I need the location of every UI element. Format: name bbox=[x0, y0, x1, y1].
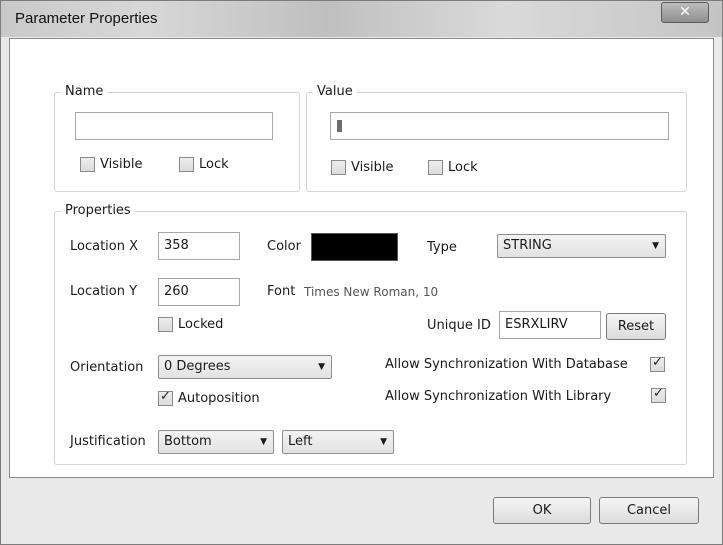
location-x-input[interactable]: 358 bbox=[158, 232, 240, 260]
reset-button[interactable]: Reset bbox=[606, 313, 666, 340]
value-visible-checkbox[interactable]: Visible bbox=[331, 160, 393, 175]
location-y-label: Location Y bbox=[70, 284, 138, 299]
value-group: Value Visible Lock bbox=[306, 84, 687, 192]
dialog-title: Parameter Properties bbox=[15, 10, 158, 27]
dialog-client-area: Name Visible Lock Value Visible Lock Pro… bbox=[9, 38, 714, 478]
value-lock-label: Lock bbox=[448, 160, 478, 175]
dropdown-arrow-icon: ▼ bbox=[652, 241, 659, 251]
sync-database-label: Allow Synchronization With Database bbox=[385, 357, 628, 372]
justification-label: Justification bbox=[70, 434, 146, 449]
locked-checkbox[interactable]: Locked bbox=[158, 317, 223, 332]
justification-vertical-value: Bottom bbox=[164, 434, 212, 449]
name-lock-box[interactable] bbox=[179, 157, 194, 172]
unique-id-label: Unique ID bbox=[427, 318, 491, 333]
name-visible-checkbox[interactable]: Visible bbox=[80, 157, 142, 172]
color-label: Color bbox=[267, 239, 301, 254]
autoposition-checkbox[interactable]: Autoposition bbox=[158, 389, 260, 406]
autoposition-label: Autoposition bbox=[178, 391, 260, 406]
autoposition-box[interactable] bbox=[158, 389, 173, 406]
type-select-value: STRING bbox=[503, 238, 552, 253]
color-swatch[interactable] bbox=[311, 233, 398, 261]
cancel-button[interactable]: Cancel bbox=[599, 497, 699, 524]
name-visible-label: Visible bbox=[100, 157, 143, 172]
close-button[interactable]: ✕ bbox=[661, 2, 709, 23]
unique-id-input[interactable]: ESRXLIRV bbox=[499, 311, 601, 339]
type-label: Type bbox=[427, 240, 457, 255]
title-bar[interactable]: Parameter Properties ✕ bbox=[1, 1, 722, 37]
properties-group: Properties Location X 358 Color Type STR… bbox=[54, 203, 687, 465]
properties-group-label: Properties bbox=[61, 203, 135, 219]
name-group: Name Visible Lock bbox=[54, 84, 300, 192]
dropdown-arrow-icon: ▼ bbox=[260, 437, 267, 447]
sync-library-checkbox[interactable] bbox=[651, 386, 666, 403]
justification-horizontal-select[interactable]: Left ▼ bbox=[282, 430, 394, 454]
orientation-select[interactable]: 0 Degrees ▼ bbox=[158, 355, 332, 379]
font-value[interactable]: Times New Roman, 10 bbox=[304, 284, 438, 300]
location-y-input[interactable]: 260 bbox=[158, 278, 240, 306]
text-cursor bbox=[337, 120, 342, 132]
dropdown-arrow-icon: ▼ bbox=[380, 437, 387, 447]
value-lock-box[interactable] bbox=[428, 160, 443, 175]
name-lock-label: Lock bbox=[199, 157, 229, 172]
font-label: Font bbox=[267, 284, 296, 299]
locked-label: Locked bbox=[178, 317, 224, 332]
orientation-label: Orientation bbox=[70, 360, 144, 375]
value-visible-label: Visible bbox=[351, 160, 394, 175]
location-x-label: Location X bbox=[70, 239, 139, 254]
sync-library-label: Allow Synchronization With Library bbox=[385, 389, 612, 404]
ok-button[interactable]: OK bbox=[493, 497, 591, 524]
sync-database-checkbox[interactable] bbox=[650, 355, 665, 372]
name-lock-checkbox[interactable]: Lock bbox=[179, 157, 229, 172]
name-group-label: Name bbox=[61, 84, 108, 100]
orientation-select-value: 0 Degrees bbox=[164, 359, 231, 374]
locked-box[interactable] bbox=[158, 317, 173, 332]
value-group-label: Value bbox=[313, 84, 357, 100]
close-icon[interactable]: ✕ bbox=[679, 4, 691, 20]
justification-horizontal-value: Left bbox=[288, 434, 313, 449]
value-lock-checkbox[interactable]: Lock bbox=[428, 160, 478, 175]
dropdown-arrow-icon: ▼ bbox=[318, 362, 325, 372]
name-visible-box[interactable] bbox=[80, 157, 95, 172]
value-visible-box[interactable] bbox=[331, 160, 346, 175]
type-select[interactable]: STRING ▼ bbox=[497, 234, 666, 258]
parameter-properties-dialog: Parameter Properties ✕ Name Visible Lock… bbox=[0, 0, 723, 545]
justification-vertical-select[interactable]: Bottom ▼ bbox=[158, 430, 274, 454]
name-input[interactable] bbox=[75, 112, 273, 140]
value-input[interactable] bbox=[330, 112, 669, 140]
